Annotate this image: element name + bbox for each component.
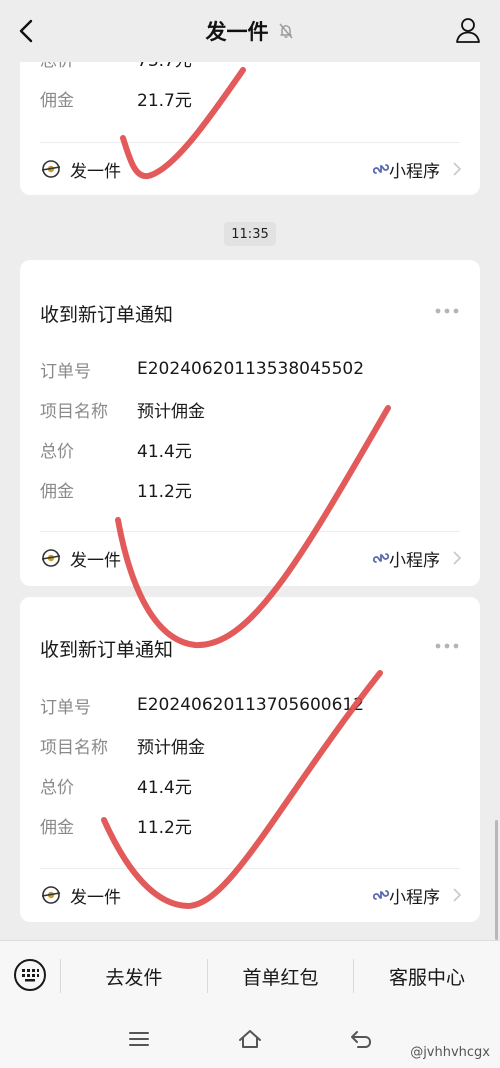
row-label: 佣金 (40, 481, 74, 502)
keyboard-icon[interactable] (13, 958, 47, 992)
row-label: 总价 (40, 441, 74, 462)
more-options-icon[interactable] (434, 307, 460, 315)
row-label: 项目名称 (40, 401, 108, 422)
person-icon[interactable] (454, 16, 482, 44)
mini-program-label: 小程序 (389, 550, 440, 571)
app-name: 发一件 (70, 887, 121, 908)
card-footer[interactable]: 发一件 小程序 (20, 532, 480, 584)
row-label: 项目名称 (40, 737, 108, 758)
card-title: 收到新订单通知 (40, 639, 174, 661)
order-notification-card[interactable]: 收到新订单通知 订单号 E20240620113705600612 项目名称 预… (20, 597, 480, 922)
row-label: 佣金 (40, 90, 74, 111)
row-value: E20240620113538045502 (137, 359, 365, 379)
app-logo-icon (41, 886, 61, 904)
header-title-group: 发一件 (206, 16, 295, 46)
app-name: 发一件 (70, 161, 121, 182)
row-value: 21.7元 (137, 90, 192, 111)
mini-program-label: 小程序 (389, 161, 440, 182)
info-row-price: 总价 41.4元 (40, 434, 192, 464)
row-value: 预计佣金 (137, 737, 205, 758)
row-value: 11.2元 (137, 817, 192, 838)
app-logo-icon (41, 549, 61, 567)
row-value: 11.2元 (137, 481, 192, 502)
info-row-order-number: 订单号 E20240620113538045502 (40, 354, 364, 384)
mini-program-label: 小程序 (389, 887, 440, 908)
app-name: 发一件 (70, 550, 121, 571)
home-icon[interactable] (237, 1027, 263, 1051)
menu-icon[interactable] (126, 1027, 152, 1051)
watermark: @jvhhvhcgx (410, 1045, 490, 1060)
info-row-order-number: 订单号 E20240620113705600612 (40, 690, 364, 720)
row-value: E20240620113705600612 (137, 695, 365, 715)
menu-item-customer-service[interactable]: 客服中心 (354, 941, 500, 1011)
bell-off-icon (278, 23, 293, 39)
row-value: 41.4元 (137, 441, 192, 462)
row-label: 佣金 (40, 817, 74, 838)
card-title: 收到新订单通知 (40, 304, 174, 326)
row-label: 总价 (40, 777, 74, 798)
info-row-price: 总价 41.4元 (40, 770, 192, 800)
info-row-commission: 佣金 11.2元 (40, 810, 192, 840)
app-logo-icon (41, 160, 61, 178)
chevron-right-icon (453, 162, 462, 176)
scrollbar-thumb[interactable] (495, 820, 498, 940)
chevron-right-icon (453, 551, 462, 565)
back-icon[interactable] (348, 1027, 374, 1051)
system-nav-bar: @jvhhvhcgx (0, 1010, 500, 1068)
info-row-project-name: 项目名称 预计佣金 (40, 394, 205, 424)
chat-header: 发一件 (0, 0, 500, 62)
info-row-project-name: 项目名称 预计佣金 (40, 730, 205, 760)
card-footer[interactable]: 发一件 小程序 (20, 143, 480, 195)
menu-item-first-order-bonus[interactable]: 首单红包 (208, 941, 353, 1011)
chat-menu-bar: 去发件 首单红包 客服中心 (0, 940, 500, 1010)
chevron-left-icon[interactable] (14, 18, 40, 44)
menu-item-send[interactable]: 去发件 (61, 941, 207, 1011)
info-row-commission: 佣金 11.2元 (40, 474, 192, 504)
more-options-icon[interactable] (434, 642, 460, 650)
info-row-commission: 佣金 21.7元 (40, 83, 192, 113)
message-timestamp: 11:35 (224, 222, 276, 246)
row-label: 订单号 (40, 361, 91, 382)
row-value: 41.4元 (137, 777, 192, 798)
chevron-right-icon (453, 888, 462, 902)
chat-title: 发一件 (205, 20, 269, 44)
row-label: 订单号 (40, 697, 91, 718)
row-value: 预计佣金 (137, 401, 205, 422)
order-notification-card[interactable]: 收到新订单通知 订单号 E20240620113538045502 项目名称 预… (20, 260, 480, 586)
card-footer[interactable]: 发一件 小程序 (20, 869, 480, 921)
